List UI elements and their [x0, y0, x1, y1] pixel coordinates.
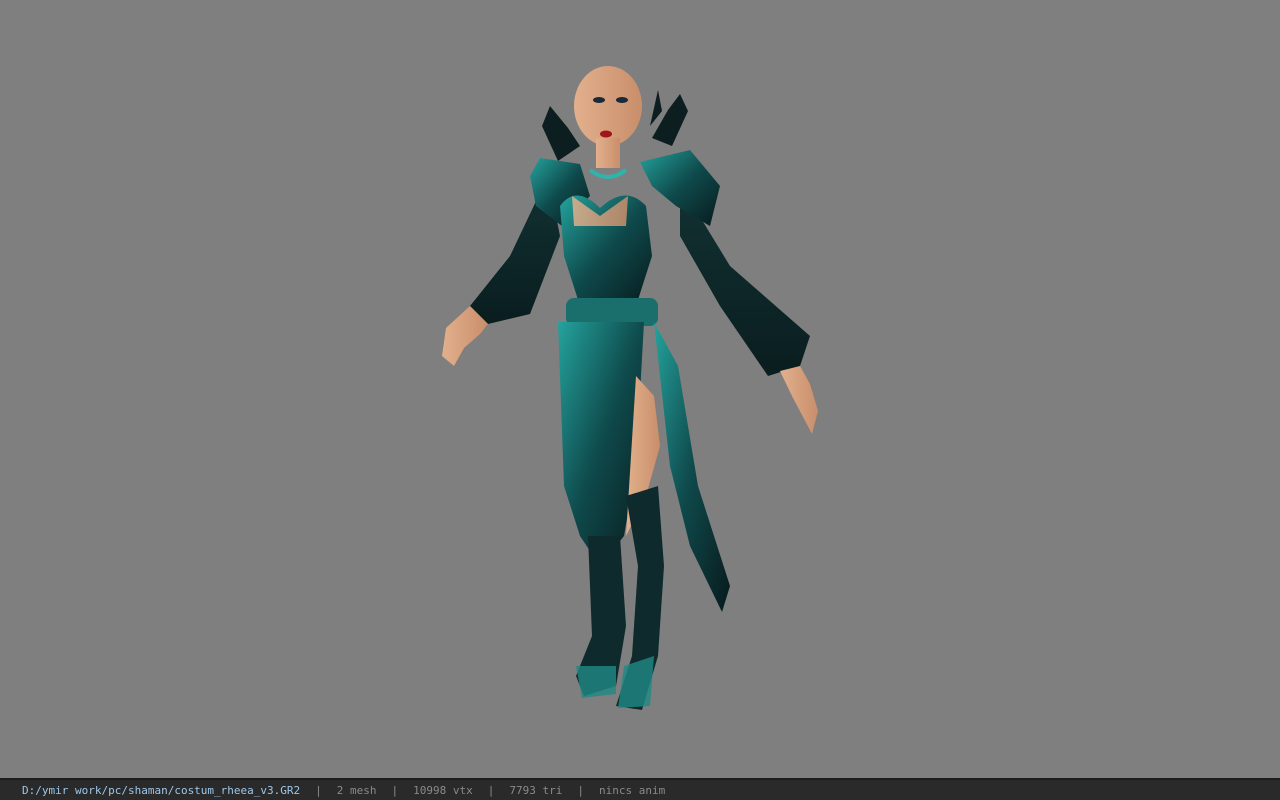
skirt-right [654, 322, 730, 612]
separator: | [391, 783, 399, 797]
right-hand [780, 366, 818, 434]
triangle-count: 7793 tri [509, 783, 563, 797]
mesh-count: 2 mesh [336, 783, 377, 797]
belt [566, 298, 658, 326]
status-bar: D:/ymir work/pc/shaman/costum_rheea_v3.G… [0, 778, 1280, 800]
separator: | [487, 783, 495, 797]
3d-viewport[interactable] [0, 0, 1280, 778]
skirt-left [558, 322, 644, 566]
collar [542, 106, 580, 161]
file-path: D:/ymir work/pc/shaman/costum_rheea_v3.G… [22, 783, 301, 797]
separator: | [315, 783, 322, 797]
animation-status: nincs anim [599, 783, 666, 797]
vertex-count: 10998 vtx [413, 783, 473, 797]
character-model [442, 66, 818, 710]
separator: | [577, 783, 584, 797]
